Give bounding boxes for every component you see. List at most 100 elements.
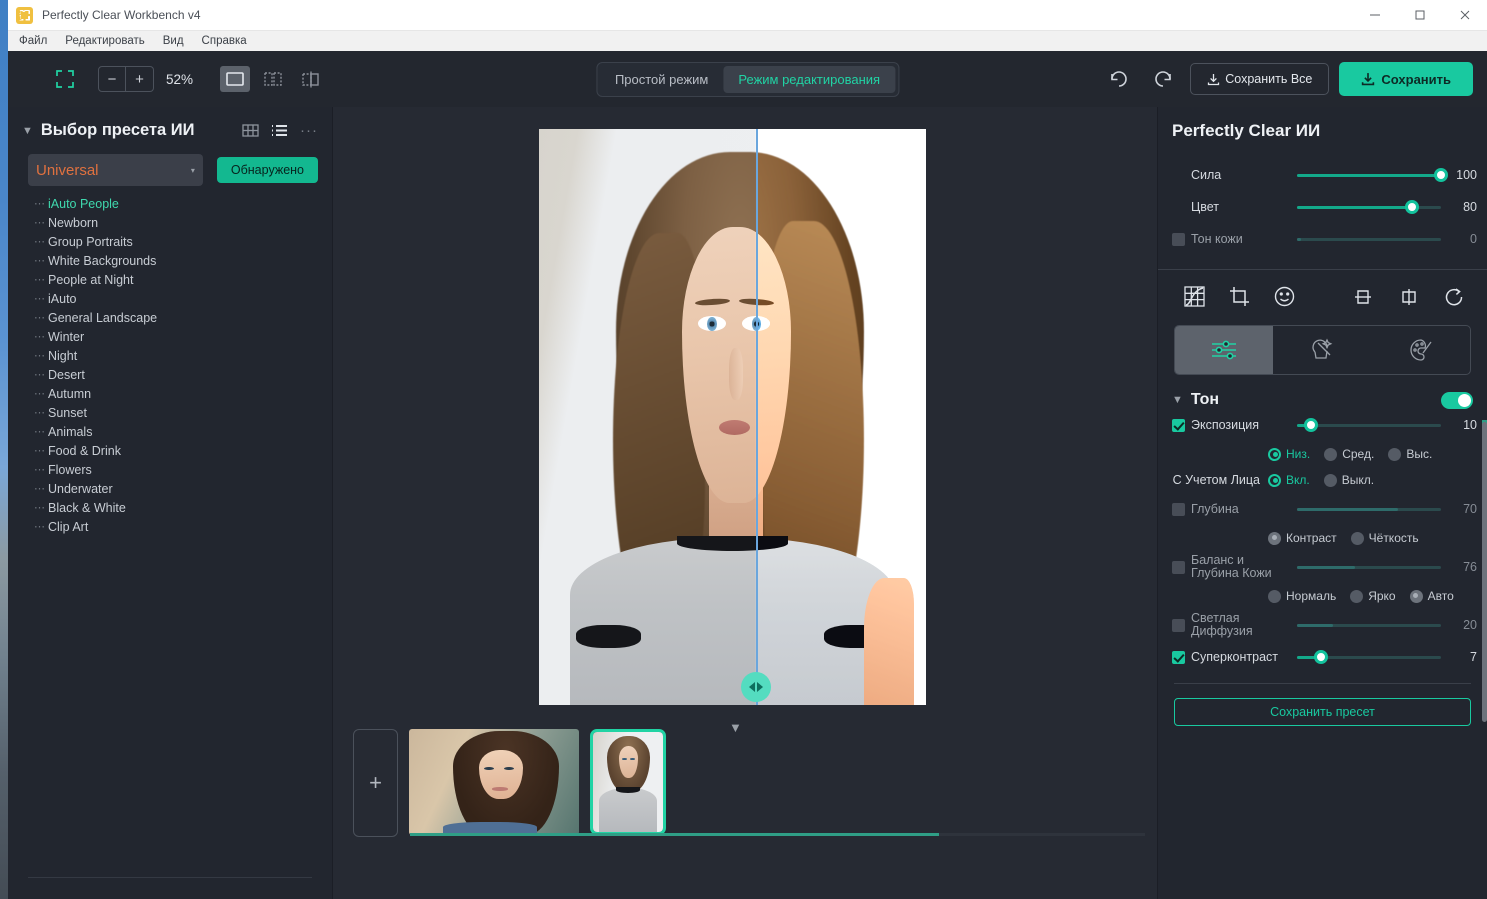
collapse-caret-icon[interactable]: ▼ — [22, 125, 33, 137]
crop-icon[interactable] — [1229, 286, 1250, 307]
slider-checkbox[interactable] — [1172, 502, 1185, 516]
preset-item[interactable]: ⋯ General Landscape — [34, 308, 332, 327]
preset-item[interactable]: ⋯ White Backgrounds — [34, 251, 332, 270]
radio-option[interactable]: Выс. — [1388, 447, 1432, 461]
preset-item[interactable]: ⋯ Night — [34, 346, 332, 365]
rotate-icon[interactable] — [1445, 287, 1465, 307]
slider-knob[interactable] — [1405, 200, 1420, 214]
radio-dot[interactable] — [1268, 473, 1281, 487]
preset-item[interactable]: ⋯ Winter — [34, 327, 332, 346]
panel-scrollbar[interactable] — [1482, 422, 1487, 722]
filmstrip-scrollbar[interactable] — [410, 833, 1145, 836]
image-preview[interactable] — [539, 129, 926, 705]
minimize-button[interactable] — [1352, 0, 1397, 31]
save-button[interactable]: Сохранить — [1339, 62, 1473, 96]
compare-view-icon[interactable] — [296, 66, 326, 92]
maximize-button[interactable] — [1397, 0, 1442, 31]
radio-option[interactable]: Контраст — [1268, 531, 1337, 545]
slider-checkbox[interactable] — [1172, 618, 1185, 632]
preset-item[interactable]: ⋯ Autumn — [34, 384, 332, 403]
grid-view-icon[interactable] — [242, 124, 259, 137]
radio-dot[interactable] — [1268, 531, 1281, 545]
radio-dot[interactable] — [1409, 589, 1423, 603]
compare-slider-handle-icon[interactable] — [740, 672, 771, 702]
radio-dot[interactable] — [1323, 473, 1337, 487]
radio-option[interactable]: Низ. — [1268, 447, 1310, 461]
tab-palette[interactable] — [1372, 326, 1470, 374]
slider-knob[interactable] — [1434, 168, 1448, 182]
radio-dot[interactable] — [1268, 589, 1281, 603]
radio-option[interactable]: Ярко — [1350, 589, 1396, 603]
preset-item[interactable]: ⋯ Sunset — [34, 403, 332, 422]
single-view-icon[interactable] — [220, 66, 250, 92]
menu-item-view[interactable]: Вид — [163, 35, 184, 47]
slider-track[interactable] — [1297, 650, 1441, 664]
radio-option[interactable]: Нормаль — [1268, 589, 1336, 603]
fit-to-screen-icon[interactable] — [48, 64, 82, 94]
slider-knob[interactable] — [1304, 418, 1319, 432]
list-view-icon[interactable] — [271, 124, 288, 137]
preset-item[interactable]: ⋯ Animals — [34, 422, 332, 441]
preset-item[interactable]: ⋯ Newborn — [34, 213, 332, 232]
split-view-icon[interactable] — [258, 66, 288, 92]
preset-item[interactable]: ⋯ iAuto — [34, 289, 332, 308]
thumbnail-2[interactable] — [590, 729, 666, 835]
radio-option[interactable]: Вкл. — [1268, 473, 1310, 487]
preset-item[interactable]: ⋯ Food & Drink — [34, 441, 332, 460]
menu-item-help[interactable]: Справка — [202, 35, 247, 47]
flip-horizontal-icon[interactable] — [1399, 287, 1419, 307]
undo-icon[interactable] — [1102, 64, 1136, 94]
radio-option[interactable]: Чёткость — [1350, 531, 1419, 545]
preset-item[interactable]: ⋯ Group Portraits — [34, 232, 332, 251]
add-image-button[interactable]: + — [353, 729, 398, 837]
slider-track[interactable] — [1297, 200, 1441, 214]
thumbnail-1[interactable] — [409, 729, 579, 835]
slider-track[interactable] — [1297, 507, 1441, 511]
zoom-out-button[interactable]: − — [98, 66, 126, 92]
more-options-icon[interactable]: ··· — [300, 122, 318, 139]
preset-item[interactable]: ⋯ Flowers — [34, 460, 332, 479]
preset-item[interactable]: ⋯ Desert — [34, 365, 332, 384]
flip-vertical-icon[interactable] — [1353, 287, 1373, 307]
radio-dot[interactable] — [1350, 531, 1364, 545]
save-preset-button[interactable]: Сохранить пресет — [1174, 698, 1471, 726]
preset-item[interactable]: ⋯ Clip Art — [34, 517, 332, 536]
slider-checkbox[interactable] — [1172, 418, 1185, 432]
tab-noise-removal[interactable] — [1273, 326, 1371, 374]
curves-icon[interactable] — [1184, 286, 1205, 307]
slider-knob[interactable] — [1314, 650, 1329, 664]
radio-dot[interactable] — [1324, 447, 1338, 461]
tone-toggle[interactable] — [1441, 391, 1473, 409]
slider-track[interactable] — [1297, 168, 1448, 182]
radio-option[interactable]: Сред. — [1324, 447, 1374, 461]
preset-item[interactable]: ⋯ Underwater — [34, 479, 332, 498]
preset-item[interactable]: ⋯ iAuto People — [34, 194, 332, 213]
menu-item-edit[interactable]: Редактировать — [65, 35, 144, 47]
face-icon[interactable] — [1274, 286, 1295, 307]
slider-track[interactable] — [1297, 565, 1441, 569]
radio-option[interactable]: Авто — [1409, 589, 1454, 603]
preset-item[interactable]: ⋯ Black & White — [34, 498, 332, 517]
mode-simple-button[interactable]: Простой режим — [600, 66, 723, 93]
radio-option[interactable]: Выкл. — [1323, 473, 1374, 487]
menu-item-file[interactable]: Файл — [19, 35, 47, 47]
zoom-in-button[interactable]: + — [126, 66, 154, 92]
slider-checkbox[interactable] — [1172, 650, 1185, 664]
mode-editing-button[interactable]: Режим редактирования — [723, 65, 896, 93]
radio-dot[interactable] — [1268, 447, 1281, 461]
save-all-button[interactable]: Сохранить Все — [1190, 63, 1330, 95]
detected-badge[interactable]: Обнаружено — [216, 157, 318, 183]
radio-dot[interactable] — [1350, 589, 1364, 603]
slider-track[interactable] — [1297, 237, 1441, 241]
slider-track[interactable] — [1297, 623, 1441, 627]
slider-track[interactable] — [1297, 418, 1441, 432]
radio-dot[interactable] — [1388, 447, 1402, 461]
preset-select[interactable]: Universal ▾ — [28, 154, 203, 186]
tone-collapse-caret-icon[interactable]: ▼ — [1172, 394, 1183, 406]
slider-checkbox[interactable] — [1172, 232, 1185, 246]
close-button[interactable] — [1442, 0, 1487, 31]
slider-checkbox[interactable] — [1172, 560, 1185, 574]
preset-item[interactable]: ⋯ People at Night — [34, 270, 332, 289]
tab-sliders[interactable] — [1175, 326, 1274, 374]
redo-icon[interactable] — [1146, 64, 1180, 94]
